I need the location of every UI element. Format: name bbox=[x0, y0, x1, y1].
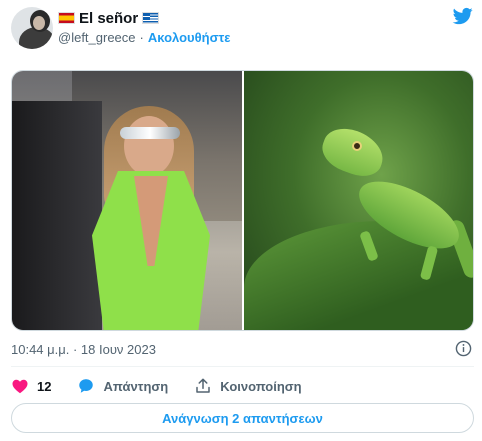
author-handle-row: @left_greece · Ακολουθήστε bbox=[58, 30, 230, 45]
tweet-timestamp[interactable]: 10:44 μ.μ. · 18 Ιουν 2023 bbox=[11, 342, 156, 357]
reply-button[interactable]: Απάντηση bbox=[77, 377, 168, 395]
author-display-name[interactable]: El señor bbox=[79, 10, 138, 27]
info-icon[interactable] bbox=[455, 340, 472, 357]
green-lizard-photo[interactable] bbox=[244, 71, 473, 330]
share-button[interactable]: Κοινοποίηση bbox=[194, 377, 302, 395]
tweet-card: El señor @left_greece · Ακολουθήστε 10:4… bbox=[0, 0, 482, 441]
like-count: 12 bbox=[37, 378, 52, 394]
twitter-bird-icon[interactable] bbox=[452, 6, 474, 26]
share-icon bbox=[196, 378, 210, 393]
woman-in-green-outfit-photo[interactable] bbox=[12, 71, 242, 330]
follow-link[interactable]: Ακολουθήστε bbox=[148, 30, 231, 45]
read-replies-button[interactable]: Ανάγνωση 2 απαντήσεων bbox=[11, 403, 474, 433]
spain-flag-icon bbox=[58, 12, 75, 24]
avatar[interactable] bbox=[11, 7, 53, 49]
author-handle[interactable]: @left_greece bbox=[58, 30, 136, 45]
tweet-actions: 12 Απάντηση Κοινοποίηση bbox=[11, 376, 328, 396]
separator-dot: · bbox=[139, 30, 144, 45]
tweet-media bbox=[11, 70, 474, 331]
reply-label: Απάντηση bbox=[103, 378, 169, 394]
reply-bubble-icon bbox=[79, 379, 94, 393]
greece-flag-icon bbox=[142, 12, 160, 24]
author-name-row[interactable]: El señor bbox=[58, 9, 160, 27]
share-label: Κοινοποίηση bbox=[220, 378, 302, 394]
heart-icon bbox=[12, 379, 28, 394]
like-button[interactable]: 12 bbox=[11, 377, 51, 395]
divider bbox=[11, 366, 474, 367]
